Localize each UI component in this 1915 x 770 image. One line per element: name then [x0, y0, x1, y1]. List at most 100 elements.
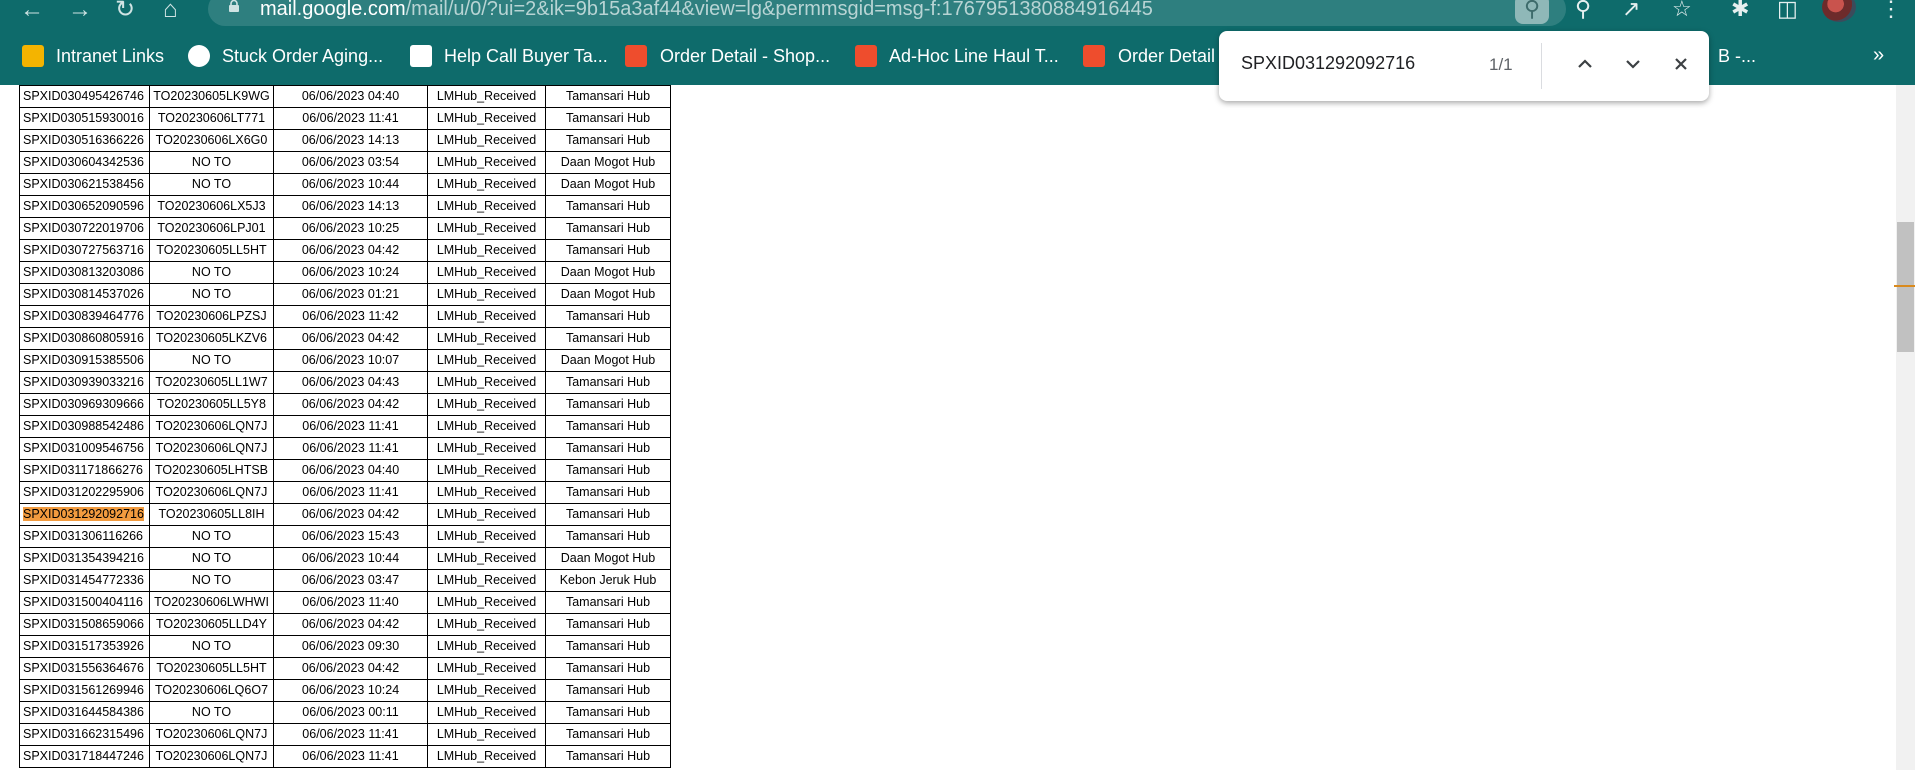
- cell-timestamp: 06/06/2023 14:13: [273, 195, 428, 218]
- cell-to-number: TO20230606LQN7J: [149, 745, 274, 768]
- bookmark-help-call[interactable]: Help Call Buyer Ta...: [444, 46, 608, 67]
- find-close-button[interactable]: [1666, 49, 1696, 79]
- shopee-icon: [855, 45, 877, 67]
- cell-tracking-id: SPXID030939033216: [19, 371, 150, 394]
- find-next-button[interactable]: [1618, 49, 1648, 79]
- table-row: SPXID031354394216 NO TO 06/06/2023 10:44 LM…: [19, 547, 671, 570]
- cell-status: LMHub_Received: [427, 261, 546, 284]
- cell-tracking-id: SPXID031561269946: [19, 679, 150, 702]
- table-row: SPXID031454772336 NO TO 06/06/2023 03:47 LM…: [19, 569, 671, 592]
- search-page-icon[interactable]: ⚲: [1524, 0, 1540, 21]
- cell-hub: Tamansari Hub: [545, 85, 671, 108]
- star-icon[interactable]: ☆: [1672, 0, 1692, 21]
- cell-hub: Tamansari Hub: [545, 745, 671, 768]
- cell-hub: Tamansari Hub: [545, 657, 671, 680]
- bookmark-intranet-links[interactable]: Intranet Links: [56, 46, 164, 67]
- cell-tracking-id: SPXID030860805916: [19, 327, 150, 350]
- cell-timestamp: 06/06/2023 10:24: [273, 679, 428, 702]
- cell-status: LMHub_Received: [427, 657, 546, 680]
- home-icon[interactable]: ⌂: [163, 0, 178, 22]
- table-row: SPXID031009546756 TO20230606LQN7J 06/06/20…: [19, 437, 671, 460]
- cell-to-number: NO TO: [149, 283, 274, 306]
- bookmarks-overflow-icon[interactable]: »: [1873, 44, 1884, 67]
- page-scrollbar[interactable]: [1896, 85, 1915, 770]
- find-input[interactable]: [1241, 53, 1461, 74]
- cell-timestamp: 06/06/2023 04:42: [273, 393, 428, 416]
- cell-tracking-id: SPXID031202295906: [19, 481, 150, 504]
- cell-tracking-id: SPXID031556364676: [19, 657, 150, 680]
- cell-to-number: TO20230606LQN7J: [149, 437, 274, 460]
- side-panel-icon[interactable]: ◫: [1777, 0, 1798, 21]
- cell-status: LMHub_Received: [427, 217, 546, 240]
- bookmark-truncated[interactable]: B -...: [1718, 46, 1756, 67]
- table-row: SPXID030839464776 TO20230606LPZSJ 06/06/20…: [19, 305, 671, 328]
- cell-hub: Tamansari Hub: [545, 481, 671, 504]
- cell-to-number: NO TO: [149, 173, 274, 196]
- share-icon[interactable]: ↗: [1622, 0, 1640, 21]
- extensions-icon[interactable]: ✱: [1731, 0, 1749, 21]
- find-match-highlight: SPXID031292092716: [23, 507, 144, 521]
- cell-to-number: TO20230606LT771: [149, 107, 274, 130]
- cell-status: LMHub_Received: [427, 569, 546, 592]
- cell-timestamp: 06/06/2023 11:41: [273, 107, 428, 130]
- bookmark-order-detail-shop[interactable]: Order Detail - Shop...: [660, 46, 830, 67]
- table-row: SPXID030652090596 TO20230606LX5J3 06/06/20…: [19, 195, 671, 218]
- cell-status: LMHub_Received: [427, 635, 546, 658]
- find-match-count: 1/1: [1489, 55, 1513, 74]
- table-row: SPXID031517353926 NO TO 06/06/2023 09:30 LM…: [19, 635, 671, 658]
- zoom-icon[interactable]: ⚲: [1575, 0, 1591, 21]
- reload-icon[interactable]: ↻: [115, 0, 135, 22]
- cell-status: LMHub_Received: [427, 591, 546, 614]
- cell-status: LMHub_Received: [427, 85, 546, 108]
- cell-status: LMHub_Received: [427, 151, 546, 174]
- menu-kebab-icon[interactable]: ⋮: [1880, 0, 1902, 21]
- cell-timestamp: 06/06/2023 03:47: [273, 569, 428, 592]
- bookmark-order-detail[interactable]: Order Detail: [1118, 46, 1215, 67]
- url-text[interactable]: mail.google.com/mail/u/0/?ui=2&ik=9b15a3…: [260, 0, 1153, 21]
- forward-arrow-icon[interactable]: →: [68, 0, 92, 22]
- chevron-down-icon: [1626, 60, 1640, 69]
- cell-status: LMHub_Received: [427, 679, 546, 702]
- back-arrow-icon[interactable]: ←: [20, 0, 44, 22]
- cell-timestamp: 06/06/2023 15:43: [273, 525, 428, 548]
- table-row: SPXID030722019706 TO20230606LPJ01 06/06/20…: [19, 217, 671, 240]
- find-previous-button[interactable]: [1570, 49, 1600, 79]
- lock-icon[interactable]: [228, 0, 240, 12]
- table-row: SPXID031500404116 TO20230606LWHWI 06/06/20…: [19, 591, 671, 614]
- cell-status: LMHub_Received: [427, 371, 546, 394]
- gmail-icon: [410, 45, 432, 67]
- cell-hub: Tamansari Hub: [545, 591, 671, 614]
- cell-tracking-id: SPXID030727563716: [19, 239, 150, 262]
- find-bar: 1/1: [1219, 31, 1709, 101]
- cell-status: LMHub_Received: [427, 547, 546, 570]
- cell-timestamp: 06/06/2023 10:25: [273, 217, 428, 240]
- scrollbar-thumb[interactable]: [1897, 222, 1914, 352]
- table-row: SPXID030621538456 NO TO 06/06/2023 10:44 LM…: [19, 173, 671, 196]
- cell-timestamp: 06/06/2023 10:07: [273, 349, 428, 372]
- profile-avatar[interactable]: [1822, 0, 1856, 22]
- cell-to-number: TO20230605LK9WG: [149, 85, 274, 108]
- cell-hub: Tamansari Hub: [545, 701, 671, 724]
- cell-timestamp: 06/06/2023 14:13: [273, 129, 428, 152]
- cell-timestamp: 06/06/2023 09:30: [273, 635, 428, 658]
- cell-timestamp: 06/06/2023 11:42: [273, 305, 428, 328]
- cell-tracking-id: SPXID030915385506: [19, 349, 150, 372]
- cell-status: LMHub_Received: [427, 437, 546, 460]
- cell-tracking-id: SPXID030516366226: [19, 129, 150, 152]
- bookmark-adhoc-line-haul[interactable]: Ad-Hoc Line Haul T...: [889, 46, 1059, 67]
- cell-tracking-id: SPXID031662315496: [19, 723, 150, 746]
- cell-to-number: TO20230605LL8IH: [149, 503, 274, 526]
- cell-status: LMHub_Received: [427, 107, 546, 130]
- cell-to-number: TO20230605LLD4Y: [149, 613, 274, 636]
- cell-hub: Tamansari Hub: [545, 195, 671, 218]
- bookmark-stuck-order[interactable]: Stuck Order Aging...: [222, 46, 383, 67]
- table-row: SPXID030813203086 NO TO 06/06/2023 10:24 LM…: [19, 261, 671, 284]
- table-row: SPXID030988542486 TO20230606LQN7J 06/06/20…: [19, 415, 671, 438]
- cell-tracking-id: SPXID030621538456: [19, 173, 150, 196]
- cell-hub: Tamansari Hub: [545, 613, 671, 636]
- table-row: SPXID031644584386 NO TO 06/06/2023 00:11 LM…: [19, 701, 671, 724]
- browser-toolbar: ← → ↻ ⌂ mail.google.com/mail/u/0/?ui=2&i…: [0, 0, 1915, 29]
- table-row: SPXID031292092716 TO20230605LL8IH 06/06/20…: [19, 503, 671, 526]
- url-host: mail.google.com: [260, 0, 406, 20]
- table-row: SPXID030939033216 TO20230605LL1W7 06/06/20…: [19, 371, 671, 394]
